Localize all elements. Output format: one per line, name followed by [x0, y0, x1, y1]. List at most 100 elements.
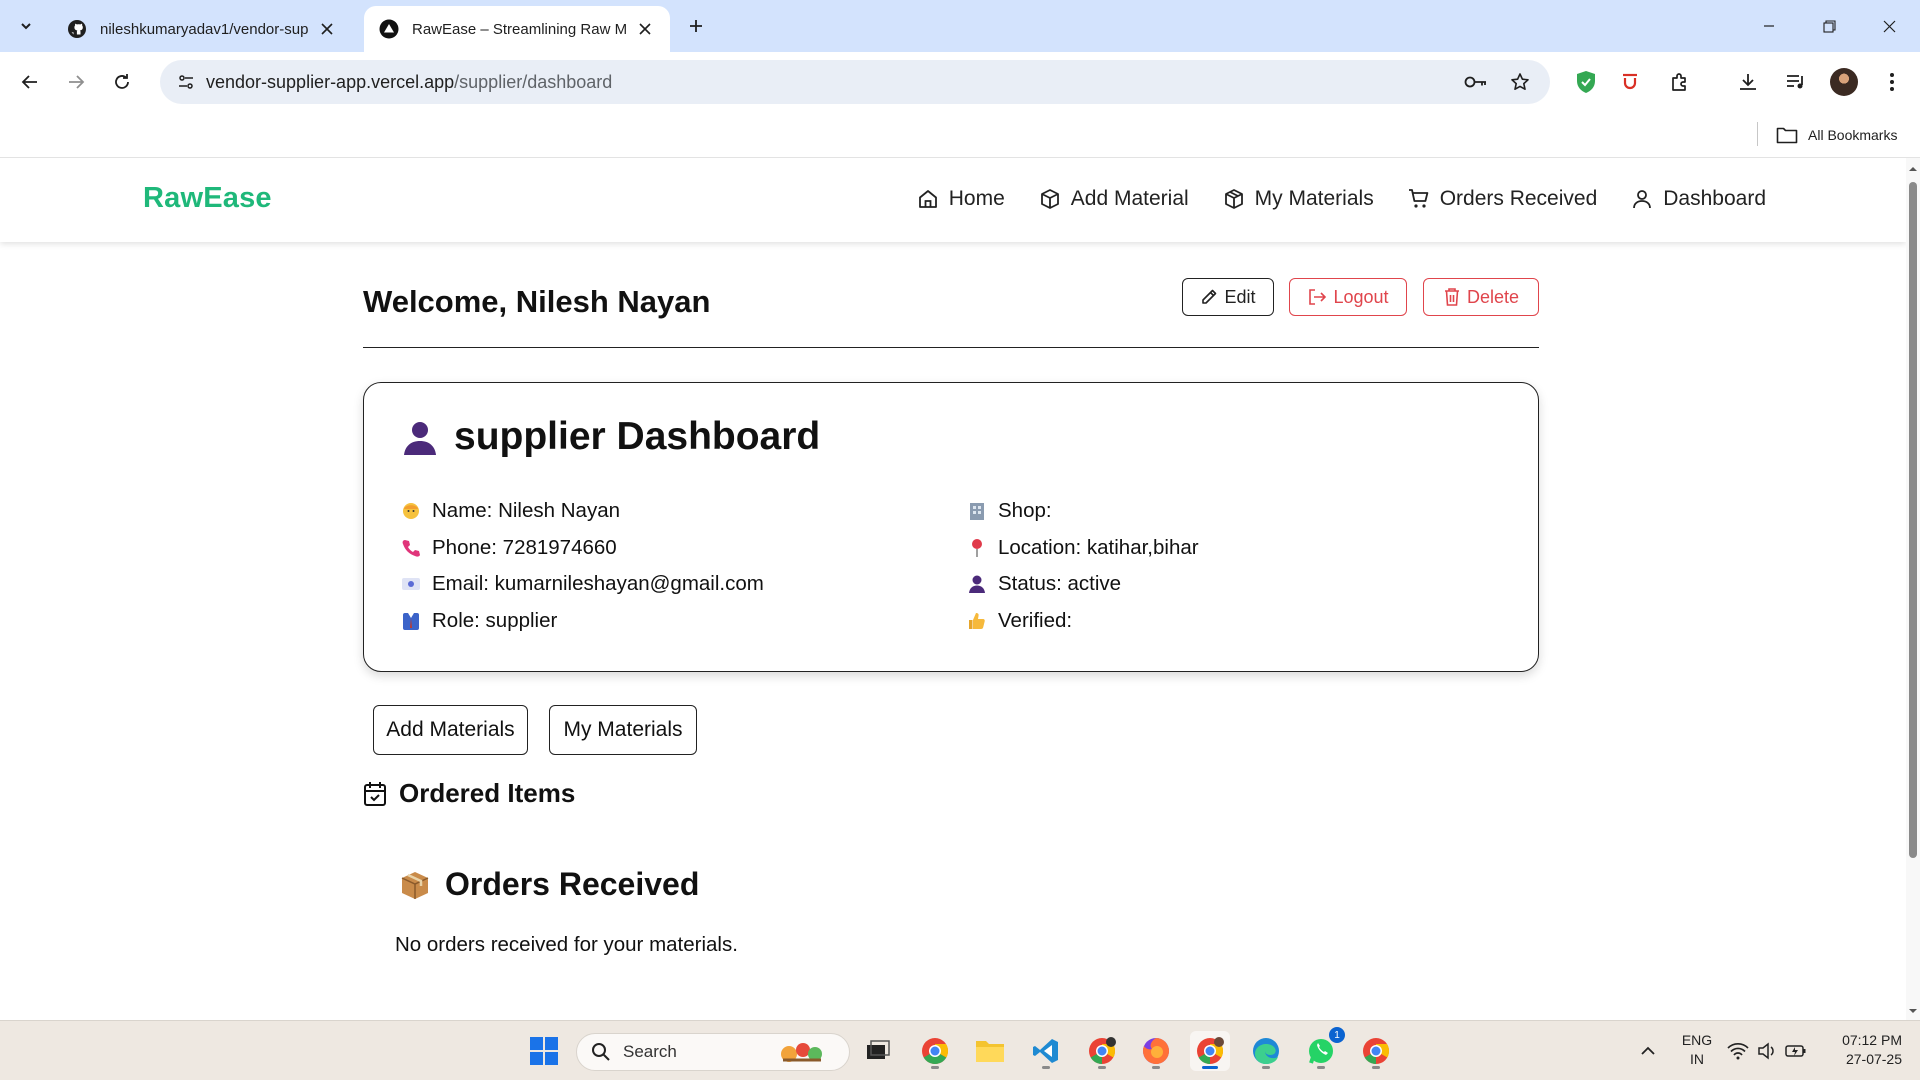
media-control-icon[interactable]	[1780, 66, 1812, 98]
info-role-text: Role: supplier	[432, 608, 558, 632]
puzzle-extensions-icon[interactable]	[1664, 66, 1696, 98]
info-verified: Verified:	[966, 603, 1199, 640]
new-tab-button[interactable]	[682, 12, 710, 40]
start-button[interactable]	[524, 1031, 564, 1071]
url-path: /supplier/dashboard	[454, 72, 613, 92]
info-location: Location: katihar,bihar	[966, 530, 1199, 567]
tab-close-icon[interactable]	[316, 18, 338, 40]
info-phone-text: Phone: 7281974660	[432, 535, 617, 559]
site-nav-links: Home Add Material My Materials Orders Re…	[917, 178, 1766, 220]
edit-button[interactable]: Edit	[1182, 278, 1274, 316]
taskbar-search-text: Search	[623, 1042, 677, 1061]
tab-search-button[interactable]	[10, 10, 42, 42]
browser-tab-github[interactable]: nileshkumaryadav1/vendor-supplier-app	[52, 6, 352, 52]
taskbar-taskview[interactable]	[858, 1031, 898, 1071]
thumbs-up-icon	[966, 610, 988, 632]
taskbar-search[interactable]: Search	[576, 1033, 850, 1071]
taskbar-firefox[interactable]	[1136, 1031, 1176, 1071]
arrow-left-icon	[21, 75, 37, 89]
info-role: Role: supplier	[400, 603, 764, 640]
taskbar-chrome-profile[interactable]	[1082, 1031, 1122, 1071]
taskbar-vscode[interactable]	[1026, 1031, 1066, 1071]
add-materials-button[interactable]: Add Materials	[373, 705, 528, 755]
password-key-icon[interactable]	[1462, 68, 1490, 96]
plus-icon	[690, 20, 702, 32]
id-card-icon	[400, 573, 422, 595]
vercel-icon	[378, 18, 400, 40]
folder-icon	[1776, 127, 1798, 144]
taskbar-whatsapp[interactable]: 1	[1301, 1027, 1345, 1071]
info-location-text: Location: katihar,bihar	[998, 535, 1199, 559]
clock-time: 07:12 PM	[1842, 1032, 1902, 1048]
tab-close-icon[interactable]	[634, 18, 656, 40]
nav-orders-received[interactable]: Orders Received	[1408, 178, 1597, 220]
delete-button[interactable]: Delete	[1423, 278, 1539, 316]
dashboard-card: supplier Dashboard Name: Nilesh Nayan Ph…	[363, 382, 1539, 672]
running-indicator	[1372, 1066, 1380, 1069]
windows-logo-icon	[530, 1037, 558, 1065]
taskbar-chrome-2[interactable]	[1356, 1031, 1396, 1071]
tray-overflow-button[interactable]	[1628, 1031, 1668, 1071]
scroll-up-icon[interactable]	[1908, 164, 1918, 174]
scrollbar-thumb[interactable]	[1909, 182, 1917, 858]
minimize-button[interactable]	[1746, 8, 1792, 44]
taskbar-clock[interactable]: 07:12 PM 27-07-25	[1822, 1031, 1902, 1069]
url-text: vendor-supplier-app.vercel.app/supplier/…	[206, 72, 612, 93]
search-highlight-art-icon	[781, 1043, 822, 1062]
running-indicator	[1317, 1066, 1325, 1069]
close-window-button[interactable]	[1866, 8, 1912, 44]
address-bar[interactable]: vendor-supplier-app.vercel.app/supplier/…	[160, 60, 1550, 104]
chrome-menu-button[interactable]	[1876, 66, 1908, 98]
chrome-icon	[1197, 1037, 1224, 1065]
logout-label: Logout	[1333, 286, 1389, 307]
site-logo[interactable]: RawEase	[143, 182, 272, 215]
site-info-icon[interactable]	[172, 68, 200, 96]
nav-my-materials[interactable]: My Materials	[1223, 178, 1374, 220]
info-shop-text: Shop:	[998, 499, 1052, 523]
close-icon	[1883, 20, 1895, 32]
running-indicator	[1262, 1066, 1270, 1069]
restore-button[interactable]	[1806, 8, 1852, 44]
taskbar-edge[interactable]	[1246, 1031, 1286, 1071]
page-scrollbar[interactable]	[1906, 158, 1920, 1020]
pin-icon	[966, 537, 988, 559]
info-column-left: Name: Nilesh Nayan Phone: 7281974660 Ema…	[400, 493, 764, 639]
logout-button[interactable]: Logout	[1289, 278, 1407, 316]
all-bookmarks-button[interactable]: All Bookmarks	[1776, 122, 1897, 148]
shield-extension-icon[interactable]	[1570, 66, 1602, 98]
extension-red-icon[interactable]	[1614, 66, 1646, 98]
back-button[interactable]	[14, 66, 46, 98]
dashboard-title: supplier Dashboard	[400, 415, 820, 459]
info-name-text: Name: Nilesh Nayan	[432, 499, 620, 523]
nav-my-materials-label: My Materials	[1254, 187, 1374, 210]
bookmark-star-icon[interactable]	[1506, 68, 1534, 96]
tab-title: nileshkumaryadav1/vendor-supplier-app	[100, 20, 308, 38]
bookmarks-separator	[1757, 122, 1758, 146]
scroll-down-icon[interactable]	[1908, 1006, 1918, 1016]
profile-avatar[interactable]	[1830, 68, 1858, 96]
my-materials-button[interactable]: My Materials	[549, 705, 697, 755]
taskbar-file-explorer[interactable]	[970, 1031, 1010, 1071]
empty-orders-message: No orders received for your materials.	[395, 933, 738, 956]
reload-button[interactable]	[106, 66, 138, 98]
nav-home[interactable]: Home	[917, 178, 1005, 220]
info-name: Name: Nilesh Nayan	[400, 493, 764, 530]
clock-date: 27-07-25	[1845, 1051, 1902, 1067]
nav-dashboard[interactable]: Dashboard	[1631, 178, 1766, 220]
vscode-icon	[1033, 1039, 1058, 1063]
phone-icon	[400, 537, 422, 559]
box-icon	[1224, 189, 1243, 209]
delete-label: Delete	[1466, 286, 1520, 307]
nav-add-material[interactable]: Add Material	[1039, 178, 1189, 220]
tray-status-group[interactable]	[1722, 1031, 1812, 1071]
browser-tab-strip: nileshkumaryadav1/vendor-supplier-app Ra…	[0, 0, 1920, 52]
language-indicator[interactable]: ENG IN	[1672, 1031, 1722, 1069]
taskbar-chrome-active[interactable]	[1190, 1031, 1230, 1071]
forward-button[interactable]	[60, 66, 92, 98]
download-icon[interactable]	[1732, 66, 1764, 98]
browser-toolbar: vendor-supplier-app.vercel.app/supplier/…	[0, 52, 1920, 112]
running-indicator	[1042, 1066, 1050, 1069]
browser-tab-rawease[interactable]: RawEase – Streamlining Raw Materials	[364, 6, 670, 52]
calendar-check-icon	[364, 781, 386, 806]
taskbar-chrome[interactable]	[915, 1031, 955, 1071]
